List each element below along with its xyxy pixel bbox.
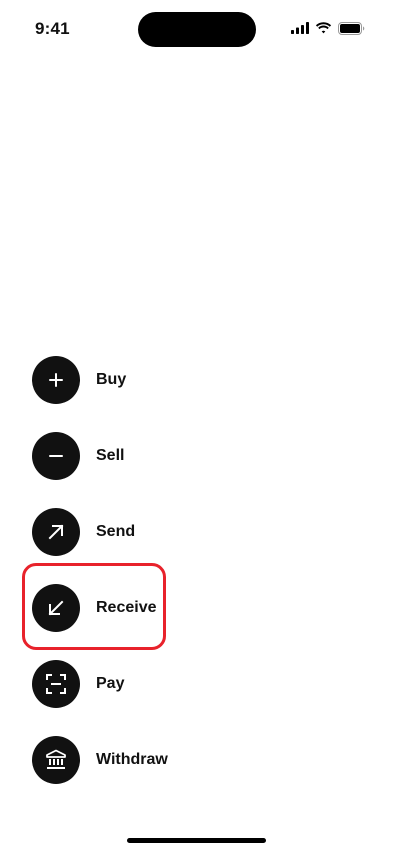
arrow-down-left-icon xyxy=(32,584,80,632)
bank-icon xyxy=(32,736,80,784)
send-label: Send xyxy=(96,523,136,540)
wifi-icon xyxy=(315,22,332,34)
receive-label: Receive xyxy=(96,599,157,616)
status-time: 9:41 xyxy=(35,19,70,38)
cellular-signal-icon xyxy=(291,22,309,34)
buy-action[interactable]: Buy xyxy=(32,356,232,404)
buy-label: Buy xyxy=(96,371,127,388)
withdraw-label: Withdraw xyxy=(96,751,168,768)
home-indicator[interactable] xyxy=(127,838,266,843)
dynamic-island xyxy=(138,12,256,47)
receive-action[interactable]: Receive xyxy=(32,584,232,632)
send-action[interactable]: Send xyxy=(32,508,232,556)
sell-label: Sell xyxy=(96,447,125,464)
status-icons xyxy=(291,20,365,36)
minus-icon xyxy=(32,432,80,480)
pay-label: Pay xyxy=(96,675,125,692)
scan-frame-icon xyxy=(32,660,80,708)
arrow-up-right-icon xyxy=(32,508,80,556)
pay-action[interactable]: Pay xyxy=(32,660,232,708)
sell-action[interactable]: Sell xyxy=(32,432,232,480)
battery-icon xyxy=(338,21,365,35)
withdraw-action[interactable]: Withdraw xyxy=(32,736,232,784)
status-bar: 9:41 xyxy=(0,0,393,54)
plus-icon xyxy=(32,356,80,404)
